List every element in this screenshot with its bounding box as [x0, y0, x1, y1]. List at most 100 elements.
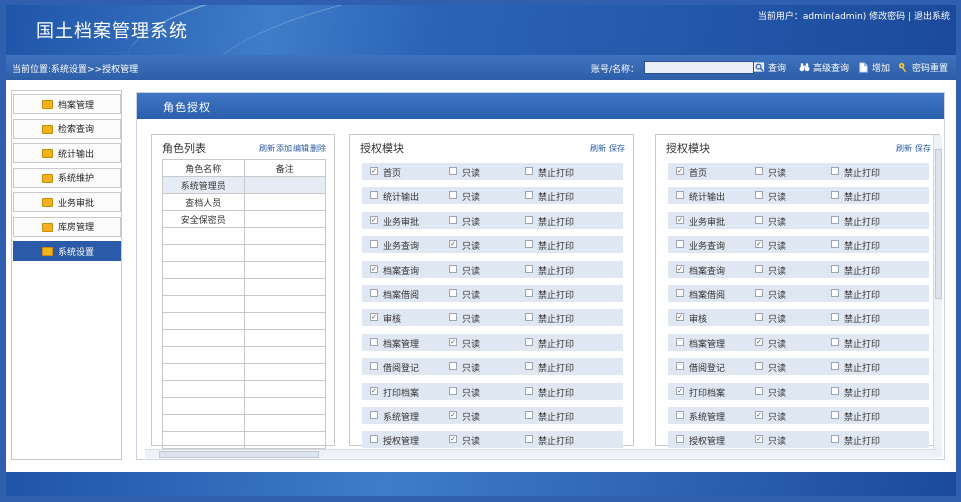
vertical-scrollbar[interactable] — [933, 135, 942, 457]
readonly-checkbox[interactable] — [755, 289, 763, 297]
noprint-checkbox[interactable] — [525, 313, 533, 322]
sidebar-item[interactable]: 档案管理 — [13, 94, 121, 114]
advanced-query-button[interactable]: 高级查询 — [799, 61, 849, 74]
module-checkbox[interactable] — [370, 411, 378, 419]
noprint-checkbox[interactable] — [831, 240, 839, 249]
readonly-checkbox[interactable] — [755, 386, 763, 395]
noprint-checkbox[interactable] — [831, 167, 839, 175]
sidebar-item[interactable]: 统计输出 — [13, 143, 121, 163]
module-checkbox[interactable]: ✓ — [676, 167, 684, 175]
noprint-checkbox[interactable] — [525, 289, 533, 297]
noprint-checkbox[interactable] — [525, 411, 533, 419]
readonly-checkbox[interactable]: ✓ — [755, 337, 763, 346]
role-action-link[interactable]: 删除 — [310, 144, 326, 153]
module-checkbox[interactable]: ✓ — [370, 264, 378, 273]
sidebar-item[interactable]: 检索查询 — [13, 118, 121, 139]
module-checkbox[interactable]: ✓ — [370, 167, 378, 175]
module-checkbox[interactable] — [370, 337, 378, 346]
noprint-checkbox[interactable] — [831, 386, 839, 395]
noprint-checkbox[interactable] — [831, 215, 839, 224]
sidebar-item[interactable]: 系统设置 — [13, 241, 121, 261]
readonly-checkbox[interactable]: ✓ — [755, 411, 763, 419]
readonly-checkbox[interactable] — [755, 362, 763, 371]
sidebar-item[interactable]: 库房管理 — [13, 216, 121, 237]
role-action-link[interactable]: 添加 — [276, 144, 292, 153]
role-action-link[interactable]: 刷新 — [259, 144, 275, 153]
noprint-checkbox[interactable] — [525, 167, 533, 175]
scroll-thumb[interactable] — [159, 451, 319, 458]
readonly-checkbox[interactable]: ✓ — [755, 435, 763, 444]
save-link[interactable]: 保存 — [915, 144, 931, 153]
module-checkbox[interactable] — [676, 411, 684, 419]
reset-password-button[interactable]: 密码重置 — [898, 61, 948, 74]
module-checkbox[interactable]: ✓ — [676, 264, 684, 273]
sidebar-item[interactable]: 系统维护 — [13, 167, 121, 188]
module-checkbox[interactable] — [676, 337, 684, 346]
noprint-checkbox[interactable] — [831, 264, 839, 273]
module-checkbox[interactable]: ✓ — [370, 313, 378, 322]
noprint-checkbox[interactable] — [831, 411, 839, 419]
module-checkbox[interactable] — [676, 289, 684, 297]
readonly-checkbox[interactable] — [755, 191, 763, 200]
module-checkbox[interactable] — [370, 191, 378, 200]
noprint-checkbox[interactable] — [831, 191, 839, 200]
horizontal-scrollbar[interactable] — [145, 449, 937, 458]
readonly-checkbox[interactable]: ✓ — [449, 435, 457, 444]
module-checkbox[interactable]: ✓ — [676, 313, 684, 322]
noprint-checkbox[interactable] — [525, 240, 533, 249]
save-link[interactable]: 保存 — [609, 144, 625, 153]
sidebar-item[interactable]: 业务审批 — [13, 192, 121, 212]
readonly-checkbox[interactable] — [755, 264, 763, 273]
noprint-checkbox[interactable] — [831, 362, 839, 371]
module-checkbox[interactable]: ✓ — [676, 215, 684, 224]
noprint-checkbox[interactable] — [525, 435, 533, 444]
noprint-checkbox[interactable] — [525, 215, 533, 224]
noprint-checkbox[interactable] — [831, 289, 839, 297]
readonly-checkbox[interactable] — [755, 215, 763, 224]
add-button[interactable]: 增加 — [858, 61, 890, 74]
noprint-checkbox[interactable] — [831, 337, 839, 346]
module-checkbox[interactable] — [370, 289, 378, 297]
readonly-checkbox[interactable] — [449, 313, 457, 322]
table-row[interactable]: 系统管理员 — [162, 176, 326, 194]
module-checkbox[interactable]: ✓ — [370, 215, 378, 224]
readonly-checkbox[interactable] — [449, 191, 457, 200]
readonly-checkbox[interactable] — [449, 167, 457, 175]
noprint-checkbox[interactable] — [525, 337, 533, 346]
module-checkbox[interactable] — [676, 435, 684, 444]
readonly-checkbox[interactable] — [449, 289, 457, 297]
readonly-checkbox[interactable] — [449, 264, 457, 273]
readonly-checkbox[interactable] — [449, 386, 457, 395]
readonly-checkbox[interactable]: ✓ — [755, 240, 763, 249]
table-row[interactable]: 查档人员 — [162, 193, 326, 211]
refresh-link[interactable]: 刷新 — [590, 144, 606, 153]
noprint-checkbox[interactable] — [525, 264, 533, 273]
noprint-checkbox[interactable] — [831, 313, 839, 322]
readonly-checkbox[interactable]: ✓ — [449, 240, 457, 249]
readonly-checkbox[interactable] — [755, 167, 763, 175]
noprint-checkbox[interactable] — [525, 386, 533, 395]
change-password-link[interactable]: 修改密码 — [869, 12, 905, 22]
readonly-checkbox[interactable] — [449, 362, 457, 371]
module-checkbox[interactable] — [370, 240, 378, 249]
readonly-checkbox[interactable]: ✓ — [449, 411, 457, 419]
module-checkbox[interactable] — [676, 240, 684, 249]
logout-link[interactable]: 退出系统 — [914, 12, 950, 22]
module-checkbox[interactable] — [676, 362, 684, 371]
table-row[interactable]: 安全保密员 — [162, 210, 326, 228]
readonly-checkbox[interactable]: ✓ — [449, 337, 457, 346]
noprint-checkbox[interactable] — [831, 435, 839, 444]
scroll-thumb[interactable] — [935, 149, 942, 299]
noprint-checkbox[interactable] — [525, 362, 533, 371]
module-checkbox[interactable] — [676, 191, 684, 200]
role-action-link[interactable]: 编辑 — [293, 144, 309, 153]
search-input[interactable] — [644, 61, 754, 74]
refresh-link[interactable]: 刷新 — [896, 144, 912, 153]
module-checkbox[interactable]: ✓ — [370, 386, 378, 395]
module-checkbox[interactable] — [370, 435, 378, 444]
query-button[interactable]: 查询 — [754, 61, 786, 74]
readonly-checkbox[interactable] — [449, 215, 457, 224]
module-checkbox[interactable] — [370, 362, 378, 371]
noprint-checkbox[interactable] — [525, 191, 533, 200]
readonly-checkbox[interactable] — [755, 313, 763, 322]
